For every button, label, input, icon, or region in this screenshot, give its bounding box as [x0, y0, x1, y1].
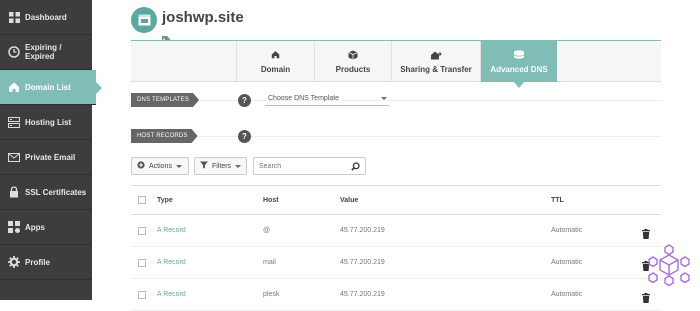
- sidebar-item-label: Apps: [25, 222, 45, 232]
- sidebar: Dashboard Expiring / Expired Domain List…: [0, 0, 102, 300]
- dns-templates-help-icon[interactable]: ?: [238, 94, 251, 107]
- dns-icon: [513, 50, 525, 60]
- record-host: mail: [263, 259, 276, 266]
- sidebar-item-label: Expiring / Expired: [25, 43, 62, 61]
- chevron-down-icon: [235, 164, 242, 168]
- plus-circle-icon: [137, 161, 145, 171]
- host-records-section: HOST RECORDS: [131, 129, 661, 143]
- table-header: Type Host Value TTL: [131, 185, 661, 215]
- dns-template-select[interactable]: Choose DNS Template: [265, 92, 389, 106]
- dns-template-select-value: Choose DNS Template: [268, 95, 340, 102]
- record-type: A Record: [157, 227, 186, 234]
- record-type: A Record: [157, 291, 186, 298]
- search-box: [253, 157, 366, 175]
- filters-label: Filters: [212, 162, 232, 170]
- trash-icon[interactable]: [642, 226, 650, 244]
- record-host: @: [263, 227, 271, 234]
- dashboard-icon: [8, 11, 20, 23]
- sidebar-item-profile[interactable]: Profile: [0, 245, 92, 280]
- sidebar-item-private-email[interactable]: Private Email: [0, 140, 92, 175]
- chevron-down-icon: [175, 164, 182, 168]
- filter-icon: [200, 161, 208, 171]
- sidebar-item-label: SSL Certificates: [25, 187, 87, 197]
- clock-icon: [8, 46, 20, 58]
- search-input[interactable]: [259, 162, 349, 170]
- server-icon: [8, 116, 20, 128]
- row-checkbox[interactable]: [138, 290, 146, 299]
- tab-bar: Domain Products Sharing & Transfer Advan…: [131, 40, 661, 88]
- envelope-icon: [8, 151, 20, 163]
- home-icon: [8, 81, 20, 93]
- sidebar-item-expiring[interactable]: Expiring / Expired: [0, 35, 92, 70]
- record-type: A Record: [157, 259, 186, 266]
- apps-icon: [8, 221, 20, 233]
- row-checkbox[interactable]: [138, 226, 146, 235]
- lock-icon: [8, 186, 20, 198]
- table-row[interactable]: A Record @ 45.77.200.219 Automatic: [131, 215, 661, 247]
- record-value: 45.77.200.219: [340, 291, 385, 298]
- home-icon: [271, 50, 280, 60]
- site-icon: [131, 7, 157, 33]
- tab-label: Products: [335, 64, 371, 74]
- dns-templates-label: DNS TEMPLATES: [131, 93, 199, 107]
- box-icon: [348, 50, 358, 60]
- column-header-value[interactable]: Value: [340, 186, 358, 214]
- chevron-down-icon: [381, 97, 387, 100]
- tab-label: Advanced DNS: [490, 64, 548, 74]
- host-records-help-icon[interactable]: ?: [238, 130, 251, 143]
- cube-logo-icon: [645, 243, 693, 292]
- record-host: plesk: [263, 291, 280, 298]
- record-value: 45.77.200.219: [340, 259, 385, 266]
- record-value: 45.77.200.219: [340, 227, 385, 234]
- dns-templates-section: DNS TEMPLATES: [131, 93, 661, 107]
- sidebar-item-label: Profile: [25, 257, 50, 267]
- sidebar-item-label: Domain List: [25, 82, 71, 92]
- trash-icon[interactable]: [642, 290, 650, 308]
- select-all-checkbox[interactable]: [138, 196, 146, 204]
- sidebar-item-dashboard[interactable]: Dashboard: [0, 0, 92, 35]
- column-header-host[interactable]: Host: [263, 186, 279, 214]
- sidebar-item-apps[interactable]: Apps: [0, 210, 92, 245]
- sidebar-item-domain-list[interactable]: Domain List: [0, 70, 102, 105]
- tab-products[interactable]: Products: [314, 41, 391, 82]
- record-ttl: Automatic: [551, 259, 583, 266]
- transfer-icon: [430, 50, 442, 60]
- actions-button[interactable]: Actions: [131, 157, 189, 175]
- sidebar-item-label: Hosting List: [25, 117, 72, 127]
- table-row[interactable]: A Record plesk 45.77.200.219 Automatic: [131, 279, 661, 311]
- gear-icon: [8, 256, 20, 268]
- row-checkbox[interactable]: [138, 258, 146, 267]
- sidebar-item-label: Private Email: [25, 152, 76, 162]
- tab-advanced-dns[interactable]: Advanced DNS: [480, 41, 557, 88]
- filters-button[interactable]: Filters: [194, 157, 247, 175]
- tab-label: Domain: [260, 64, 291, 74]
- sidebar-item-ssl-certificates[interactable]: SSL Certificates: [0, 175, 92, 210]
- record-ttl: Automatic: [551, 227, 583, 234]
- sidebar-item-hosting-list[interactable]: Hosting List: [0, 105, 92, 140]
- page-title: joshwp.site: [162, 9, 244, 26]
- column-header-type[interactable]: Type: [157, 186, 173, 214]
- tab-domain[interactable]: Domain: [236, 41, 314, 82]
- table-row[interactable]: A Record mail 45.77.200.219 Automatic: [131, 247, 661, 279]
- tab-label: Sharing & Transfer: [400, 64, 472, 74]
- column-header-ttl[interactable]: TTL: [551, 186, 564, 214]
- host-records-label: HOST RECORDS: [131, 129, 198, 143]
- search-icon[interactable]: [351, 162, 360, 173]
- record-ttl: Automatic: [551, 291, 583, 298]
- tab-sharing-transfer[interactable]: Sharing & Transfer: [391, 41, 480, 82]
- actions-label: Actions: [149, 162, 172, 170]
- sidebar-item-label: Dashboard: [25, 12, 67, 22]
